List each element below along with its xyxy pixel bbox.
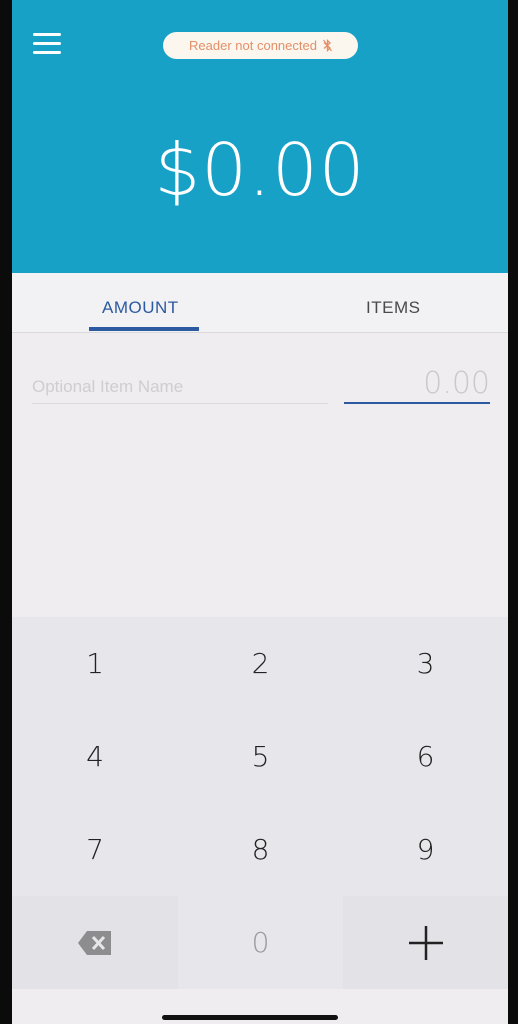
tab-amount[interactable]: AMOUNT [102,298,179,318]
tab-items[interactable]: ITEMS [366,298,420,318]
key-2[interactable]: 2 [178,617,343,710]
item-name-input[interactable] [32,370,328,404]
add-item-key[interactable] [343,896,508,989]
price-input[interactable] [344,364,490,404]
key-7[interactable]: 7 [12,803,178,896]
reader-status-badge[interactable]: Reader not connected [163,32,358,59]
total-amount: $0.00 [154,128,366,212]
key-9[interactable]: 9 [343,803,508,896]
tab-bar: AMOUNT ITEMS [12,273,508,333]
numeric-keypad: 1 2 3 4 5 6 7 8 9 0 [12,617,508,989]
backspace-key[interactable] [12,896,178,989]
key-0[interactable]: 0 [178,896,343,989]
plus-icon [408,925,443,960]
home-indicator[interactable] [162,1015,338,1020]
key-6[interactable]: 6 [343,710,508,803]
hamburger-menu-icon[interactable] [33,33,63,57]
device-bezel-left [0,0,12,1024]
device-bezel-right [508,0,518,1024]
key-3[interactable]: 3 [343,617,508,710]
active-tab-indicator [89,327,199,331]
key-1[interactable]: 1 [12,617,178,710]
amount-header: Reader not connected $0.00 [12,0,508,273]
backspace-icon [78,930,111,955]
app-screen: Reader not connected $0.00 AMOUNT ITEMS … [12,0,508,1024]
key-4[interactable]: 4 [12,710,178,803]
key-8[interactable]: 8 [178,803,343,896]
key-5[interactable]: 5 [178,710,343,803]
bluetooth-off-icon [323,39,332,52]
reader-status-label: Reader not connected [189,38,317,53]
